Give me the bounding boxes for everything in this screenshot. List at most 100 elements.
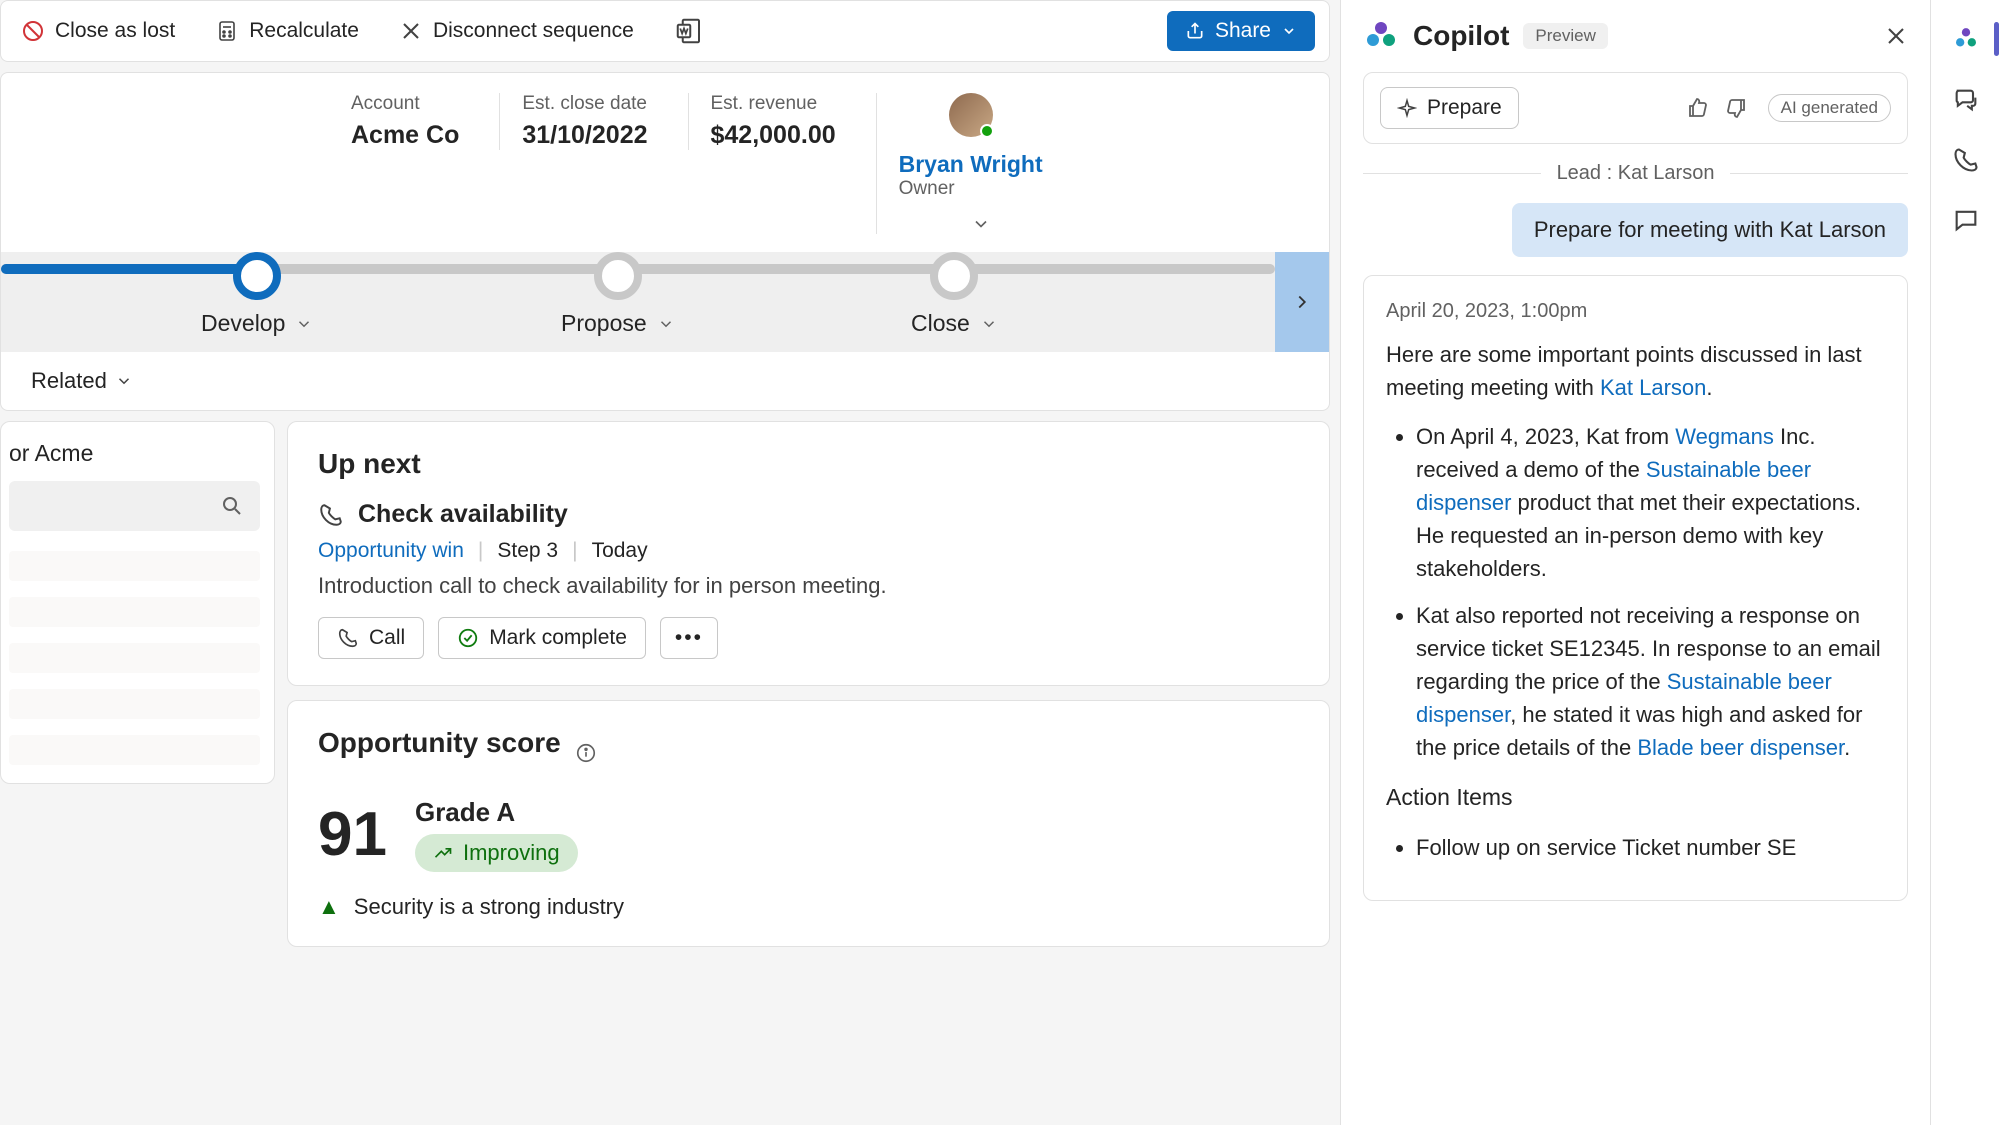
list-item[interactable] — [9, 551, 260, 581]
stage-close[interactable]: Close — [911, 310, 998, 337]
list-item[interactable] — [9, 597, 260, 627]
copilot-title: Copilot — [1413, 20, 1509, 52]
command-bar: Close as lost Recalculate Disconnect seq… — [0, 0, 1330, 62]
stage-dot-propose[interactable] — [594, 252, 642, 300]
close-as-lost-label: Close as lost — [55, 19, 175, 43]
chevron-down-icon — [657, 315, 675, 333]
rail-comment-button[interactable] — [1952, 206, 1980, 234]
avatar — [949, 93, 993, 137]
copilot-icon — [1951, 24, 1981, 54]
stage-dot-develop[interactable] — [233, 252, 281, 300]
share-icon — [1185, 21, 1205, 41]
step-label: Step 3 — [497, 539, 558, 563]
score-value: 91 — [318, 799, 387, 870]
call-button[interactable]: Call — [318, 617, 424, 659]
score-insight: ▲ Security is a strong industry — [318, 894, 1299, 920]
check-circle-icon — [457, 627, 479, 649]
due-label: Today — [592, 539, 648, 563]
list-item[interactable] — [9, 643, 260, 673]
phone-icon — [337, 627, 359, 649]
thumbs-up-icon[interactable] — [1686, 96, 1710, 120]
chevron-down-icon — [295, 315, 313, 333]
result-timestamp: April 20, 2023, 1:00pm — [1386, 296, 1885, 326]
owner-role: Owner — [899, 178, 1043, 200]
stage-develop[interactable]: Develop — [201, 310, 313, 337]
lead-divider: Lead : Kat Larson — [1363, 162, 1908, 185]
app-rail — [1930, 0, 2000, 1125]
more-icon: ••• — [675, 626, 703, 650]
disconnect-label: Disconnect sequence — [433, 19, 634, 43]
chevron-down-icon — [980, 315, 998, 333]
up-next-heading: Up next — [318, 448, 1299, 480]
copilot-panel: Copilot Preview Prepare AI generated Lea… — [1340, 0, 1930, 1125]
rail-copilot-button[interactable] — [1951, 24, 1981, 54]
word-icon — [674, 16, 704, 46]
chat-bubbles-icon — [1952, 86, 1980, 114]
opportunity-score-card: Opportunity score 91 Grade A Improving — [287, 700, 1330, 947]
rail-chat-button[interactable] — [1952, 86, 1980, 114]
trend-pill: Improving — [415, 834, 578, 872]
search-input[interactable] — [9, 481, 260, 531]
stage-dot-close[interactable] — [930, 252, 978, 300]
triangle-up-icon: ▲ — [318, 894, 340, 920]
close-icon[interactable] — [1884, 24, 1908, 48]
comment-icon — [1952, 206, 1980, 234]
calculator-icon — [215, 19, 239, 43]
sparkle-icon — [1397, 98, 1417, 118]
result-bullet: Kat also reported not receiving a respon… — [1416, 599, 1885, 764]
wegmans-link[interactable]: Wegmans — [1675, 424, 1774, 449]
copilot-result-card: April 20, 2023, 1:00pm Here are some imp… — [1363, 275, 1908, 901]
mark-complete-button[interactable]: Mark complete — [438, 617, 646, 659]
business-process-flow: Develop Propose Close — [1, 252, 1329, 352]
chevron-down-icon — [115, 372, 133, 390]
disconnect-sequence-button[interactable]: Disconnect sequence — [393, 15, 640, 47]
close-icon — [399, 19, 423, 43]
owner-name[interactable]: Bryan Wright — [899, 151, 1043, 178]
result-bullet: On April 4, 2023, Kat from Wegmans Inc. … — [1416, 420, 1885, 585]
close-as-lost-button[interactable]: Close as lost — [15, 15, 181, 47]
score-grade: Grade A — [415, 797, 578, 828]
share-label: Share — [1215, 19, 1271, 43]
prepare-button[interactable]: Prepare — [1380, 87, 1519, 129]
related-tab[interactable]: Related — [1, 352, 1329, 410]
phone-icon — [318, 502, 344, 528]
phone-icon — [1952, 146, 1980, 174]
recalculate-label: Recalculate — [249, 19, 359, 43]
info-icon[interactable] — [575, 742, 597, 764]
more-actions-button[interactable]: ••• — [660, 617, 718, 659]
preview-badge: Preview — [1523, 23, 1607, 49]
share-button[interactable]: Share — [1167, 11, 1315, 51]
search-icon — [220, 494, 244, 518]
task-title: Check availability — [358, 500, 568, 529]
suggestion-pill[interactable]: Prepare for meeting with Kat Larson — [1512, 203, 1908, 257]
record-header: Account Acme Co Est. close date 31/10/20… — [0, 72, 1330, 411]
list-item[interactable] — [9, 735, 260, 765]
sequence-link[interactable]: Opportunity win — [318, 539, 464, 563]
recalculate-button[interactable]: Recalculate — [209, 15, 365, 47]
chevron-down-icon — [1281, 23, 1297, 39]
prohibit-icon — [21, 19, 45, 43]
thumbs-down-icon[interactable] — [1724, 96, 1748, 120]
revenue-field: Est. revenue $42,000.00 — [688, 93, 836, 150]
stage-propose[interactable]: Propose — [561, 310, 675, 337]
prepare-header-card: Prepare AI generated — [1363, 72, 1908, 144]
owner-field[interactable]: Bryan Wright Owner — [876, 93, 1043, 234]
left-card-title: or Acme — [1, 440, 260, 481]
blade-dispenser-link[interactable]: Blade beer dispenser — [1637, 735, 1844, 760]
presence-indicator — [980, 124, 994, 138]
kat-larson-link[interactable]: Kat Larson — [1600, 375, 1706, 400]
chevron-down-icon[interactable] — [971, 214, 991, 234]
word-export-button[interactable] — [668, 12, 710, 50]
trend-up-icon — [433, 843, 453, 863]
up-next-card: Up next Check availability Opportunity w… — [287, 421, 1330, 686]
list-item[interactable] — [9, 689, 260, 719]
close-date-field: Est. close date 31/10/2022 — [499, 93, 647, 150]
action-items-heading: Action Items — [1386, 780, 1885, 815]
copilot-logo-icon — [1363, 18, 1399, 54]
chevron-right-icon — [1291, 291, 1313, 313]
result-intro: Here are some important points discussed… — [1386, 338, 1885, 404]
action-item: Follow up on service Ticket number SE — [1416, 831, 1885, 864]
account-field: Account Acme Co — [351, 93, 459, 150]
rail-phone-button[interactable] — [1952, 146, 1980, 174]
bpf-next-button[interactable] — [1275, 252, 1329, 352]
